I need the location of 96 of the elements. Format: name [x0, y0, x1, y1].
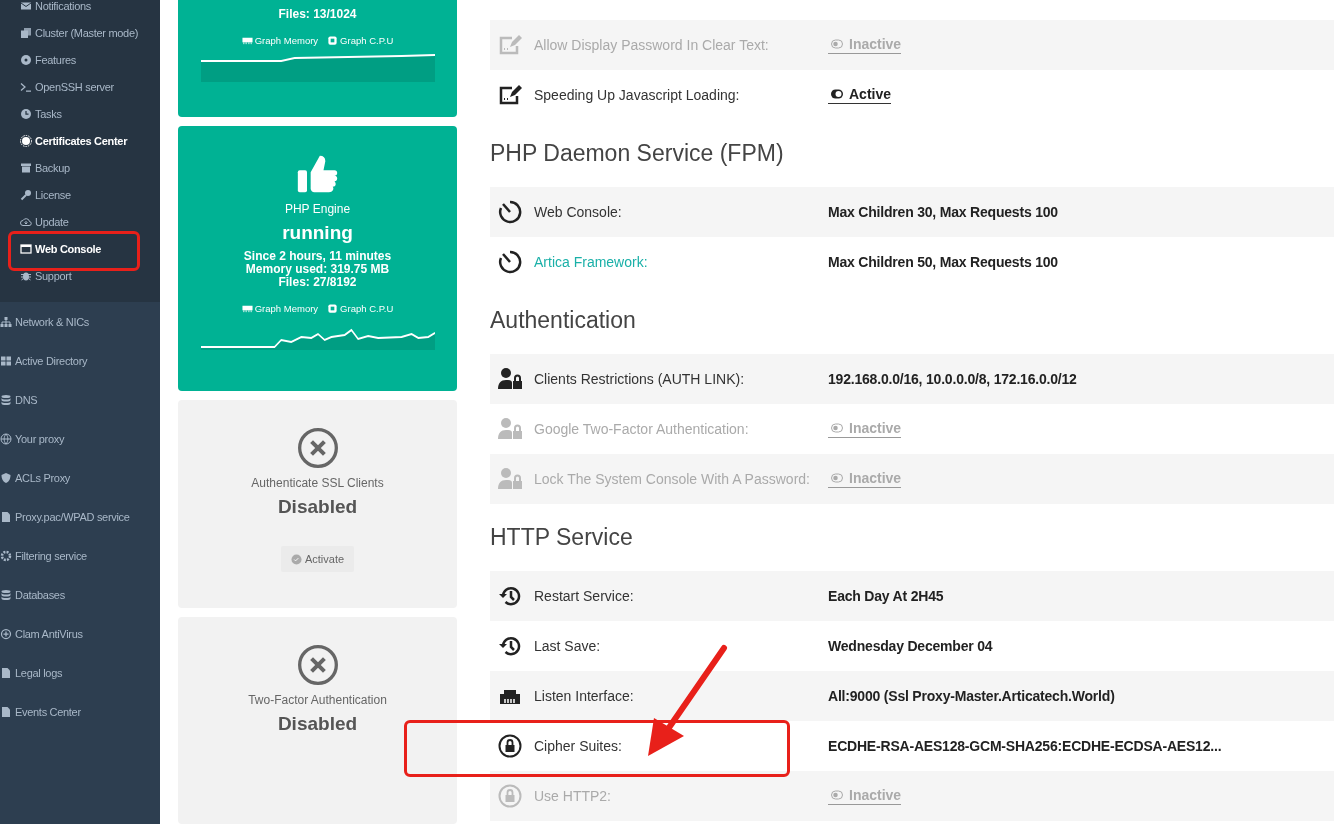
globe-icon — [0, 432, 12, 445]
check-circle-icon — [290, 553, 302, 565]
file-icon — [0, 705, 12, 718]
setting-label: Google Two-Factor Authentication: — [534, 421, 750, 437]
sidebar-item[interactable]: Your proxy — [0, 419, 160, 458]
copy-icon — [20, 26, 32, 39]
setting-label: Lock The System Console With A Password: — [534, 471, 811, 487]
sidebar-item[interactable]: Filtering service — [0, 536, 160, 575]
sidebar-item[interactable]: Databases — [0, 575, 160, 614]
setting-value: 192.168.0.0/16, 10.0.0.0/8, 172.16.0.0/12 — [828, 371, 1077, 387]
terminal-icon — [20, 80, 32, 93]
edit-icon — [498, 83, 522, 107]
history-icon — [498, 634, 522, 658]
key-icon — [20, 188, 32, 201]
section-heading: PHP Daemon Service (FPM) — [490, 139, 785, 168]
status-text: Disabled — [277, 496, 358, 519]
user-lock-icon — [498, 417, 522, 441]
setting-value: All:9000 (Ssl Proxy-Master.Articatech.World) — [828, 688, 1115, 704]
card-title: Authenticate SSL Clients — [251, 476, 384, 491]
toggle-off-icon — [828, 38, 846, 50]
toggle-off-icon — [828, 422, 846, 434]
sidebar-item[interactable]: Features — [20, 46, 160, 73]
sidebar-item[interactable]: Active Directory — [0, 341, 160, 380]
toggle-link[interactable]: Active — [828, 86, 892, 104]
certificate-icon — [20, 134, 32, 147]
sidebar-item[interactable]: Legal logs — [0, 653, 160, 692]
setting-label: Web Console: — [534, 204, 623, 220]
archive-icon — [20, 161, 32, 174]
setting-label: Clients Restrictions (AUTH LINK): — [534, 371, 746, 387]
sidebar-item[interactable]: OpenSSH server — [20, 73, 160, 100]
history-icon — [498, 584, 522, 608]
sidebar-item[interactable]: Proxy.pac/WPAD service — [0, 497, 160, 536]
setting-label: Last Save: — [534, 638, 602, 654]
setting-label: Allow Display Password In Clear Text: — [534, 37, 770, 53]
card-title: PHP Engine — [284, 202, 351, 217]
sidebar-item[interactable]: Network & NICs — [0, 302, 160, 341]
network-icon — [0, 315, 12, 328]
section-heading: Authentication — [490, 306, 637, 335]
setting-value: ECDHE-RSA-AES128-GCM-SHA256:ECDHE-ECDSA-AES12... — [828, 738, 1222, 754]
section-heading: HTTP Service — [490, 523, 634, 552]
sidebar-item[interactable]: Support — [20, 262, 160, 289]
toggle-on-icon — [828, 88, 846, 100]
file-icon — [0, 510, 12, 523]
disc-icon — [20, 53, 32, 66]
lock-icon — [498, 784, 522, 808]
sidebar-item[interactable]: Update — [20, 208, 160, 235]
card-title: Two-Factor Authentication — [248, 692, 387, 707]
setting-value: Each Day At 2H45 — [828, 588, 944, 604]
setting-value: Max Children 50, Max Requests 100 — [828, 254, 1058, 270]
setting-label: Listen Interface: — [534, 688, 635, 704]
database-icon — [0, 393, 12, 406]
toggle-off-icon — [828, 789, 846, 801]
toggle-off-icon — [828, 472, 846, 484]
memory-chip-icon — [241, 35, 253, 46]
activate-button[interactable]: Activate — [280, 546, 355, 573]
status-details: Files: 13/1024 — [278, 8, 357, 21]
setting-label: Speeding Up Javascript Loading: — [534, 87, 741, 103]
sidebar-item[interactable]: Web Console — [20, 235, 160, 262]
database-icon — [0, 588, 12, 601]
user-lock-icon — [498, 367, 522, 391]
lock-icon — [498, 734, 522, 758]
circle-plus-icon — [0, 627, 12, 640]
sidebar-item[interactable]: Notifications — [20, 0, 160, 19]
sidebar-item[interactable]: Clam AntiVirus — [0, 614, 160, 653]
shield-icon — [0, 471, 12, 484]
setting-label: Use HTTP2: — [534, 788, 612, 804]
setting-label: Cipher Suites: — [534, 738, 623, 754]
timer-icon — [498, 200, 522, 224]
user-lock-icon — [498, 467, 522, 491]
sidebar-item[interactable]: Backup — [20, 154, 160, 181]
cpu-icon — [327, 35, 339, 46]
clock-icon — [20, 107, 32, 120]
status-details: Since 2 hours, 11 minutes Memory used: 319.75 MB Files: 27/8192 — [243, 250, 392, 290]
setting-value: Max Children 30, Max Requests 100 — [828, 204, 1058, 220]
cpu-icon — [327, 303, 339, 315]
memory-chip-icon — [241, 303, 253, 315]
cloud-download-icon — [20, 215, 32, 228]
sidebar-item[interactable]: Cluster (Master mode) — [20, 19, 160, 46]
window-icon — [20, 242, 32, 255]
close-circle-icon — [295, 642, 340, 687]
sidebar-item[interactable]: Tasks — [20, 100, 160, 127]
status-text: running — [282, 222, 353, 245]
windows-icon — [0, 354, 12, 367]
timer-icon — [498, 250, 522, 274]
sidebar-item[interactable]: License — [20, 181, 160, 208]
edit-icon — [498, 33, 522, 57]
sidebar-item[interactable]: ACLs Proxy — [0, 458, 160, 497]
sidebar-item[interactable]: Events Center — [0, 692, 160, 731]
sidebar-item[interactable]: Certificates Center — [20, 127, 160, 154]
gear-icon — [0, 549, 12, 562]
status-text: Disabled — [277, 712, 358, 735]
setting-label: Restart Service: — [534, 588, 635, 604]
sidebar-item[interactable]: DNS — [0, 380, 160, 419]
setting-value: Wednesday December 04 — [828, 638, 993, 654]
close-circle-icon — [295, 426, 340, 471]
file-icon — [0, 666, 12, 679]
